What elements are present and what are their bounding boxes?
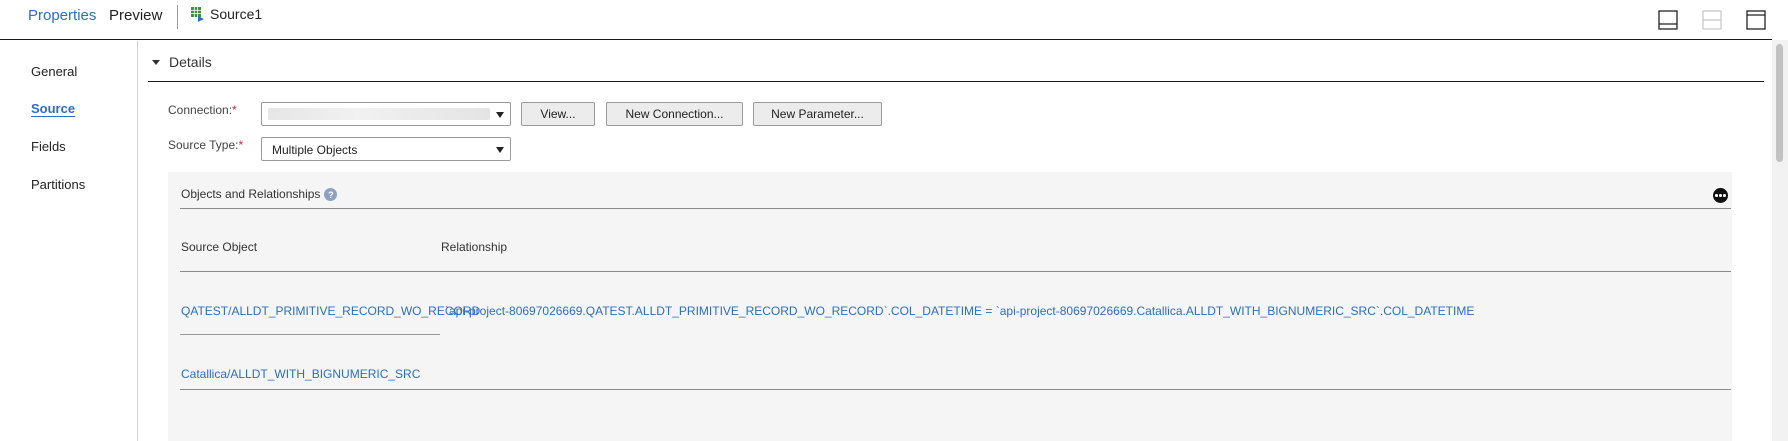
objects-relationships-header: Objects and Relationships ? xyxy=(181,186,338,201)
new-parameter-button[interactable]: New Parameter... xyxy=(753,102,882,126)
objects-relationships-title: Objects and Relationships xyxy=(181,186,321,201)
connection-label: Connection:* xyxy=(168,103,237,117)
view-button[interactable]: View... xyxy=(521,102,595,126)
tab-source1[interactable]: Source1 xyxy=(191,6,262,22)
relationship-link[interactable]: `api-project-80697026669.QATEST.ALLDT_PR… xyxy=(445,304,1474,318)
nav-fields[interactable]: Fields xyxy=(31,139,66,154)
source-type-label: Source Type:* xyxy=(168,138,244,152)
nav-source[interactable]: Source xyxy=(31,101,75,116)
new-connection-button[interactable]: New Connection... xyxy=(606,102,743,126)
objects-relationships-panel: Objects and Relationships ? Source Objec… xyxy=(168,172,1732,441)
row-divider xyxy=(180,334,440,335)
source-object-link[interactable]: Catallica/ALLDT_WITH_BIGNUMERIC_SRC xyxy=(181,367,420,381)
scrollbar-thumb[interactable] xyxy=(1776,44,1783,162)
source-type-select[interactable]: Multiple Objects xyxy=(261,137,511,161)
top-tab-bar: Properties Preview Source1 xyxy=(0,0,1772,40)
column-header-source-object: Source Object xyxy=(181,240,258,254)
help-icon[interactable]: ? xyxy=(324,188,338,201)
nav-general[interactable]: General xyxy=(31,64,77,79)
vertical-scrollbar[interactable] xyxy=(1772,40,1788,441)
column-header-divider xyxy=(180,271,1731,272)
left-navigation: General Source Fields Partitions xyxy=(0,41,138,441)
connection-value-redacted xyxy=(268,108,490,120)
header-divider xyxy=(180,208,1731,209)
caret-down-icon xyxy=(152,60,160,65)
more-options-icon[interactable] xyxy=(1713,188,1728,203)
dock-bottom-icon[interactable] xyxy=(1658,10,1678,30)
grid-table-icon xyxy=(191,7,204,22)
dropdown-arrow-icon xyxy=(496,147,504,153)
dropdown-arrow-icon xyxy=(496,112,504,118)
split-horizontal-icon[interactable] xyxy=(1702,10,1722,30)
tab-source1-label: Source1 xyxy=(210,6,263,22)
column-header-relationship: Relationship xyxy=(441,240,508,254)
tab-properties[interactable]: Properties xyxy=(28,7,96,24)
details-title: Details xyxy=(169,54,212,70)
tab-preview[interactable]: Preview xyxy=(109,7,162,24)
layout-controls xyxy=(1652,10,1772,32)
connection-select[interactable] xyxy=(261,102,511,126)
nav-partitions[interactable]: Partitions xyxy=(31,177,85,192)
maximize-icon[interactable] xyxy=(1746,10,1766,30)
source-type-value: Multiple Objects xyxy=(272,143,358,157)
details-section-header[interactable]: Details xyxy=(148,44,1764,82)
required-marker: * xyxy=(232,103,237,117)
row-divider xyxy=(180,389,1731,390)
required-marker: * xyxy=(238,138,244,152)
source-object-link[interactable]: QATEST/ALLDT_PRIMITIVE_RECORD_WO_RECORD xyxy=(181,304,480,318)
tab-divider xyxy=(177,5,178,29)
